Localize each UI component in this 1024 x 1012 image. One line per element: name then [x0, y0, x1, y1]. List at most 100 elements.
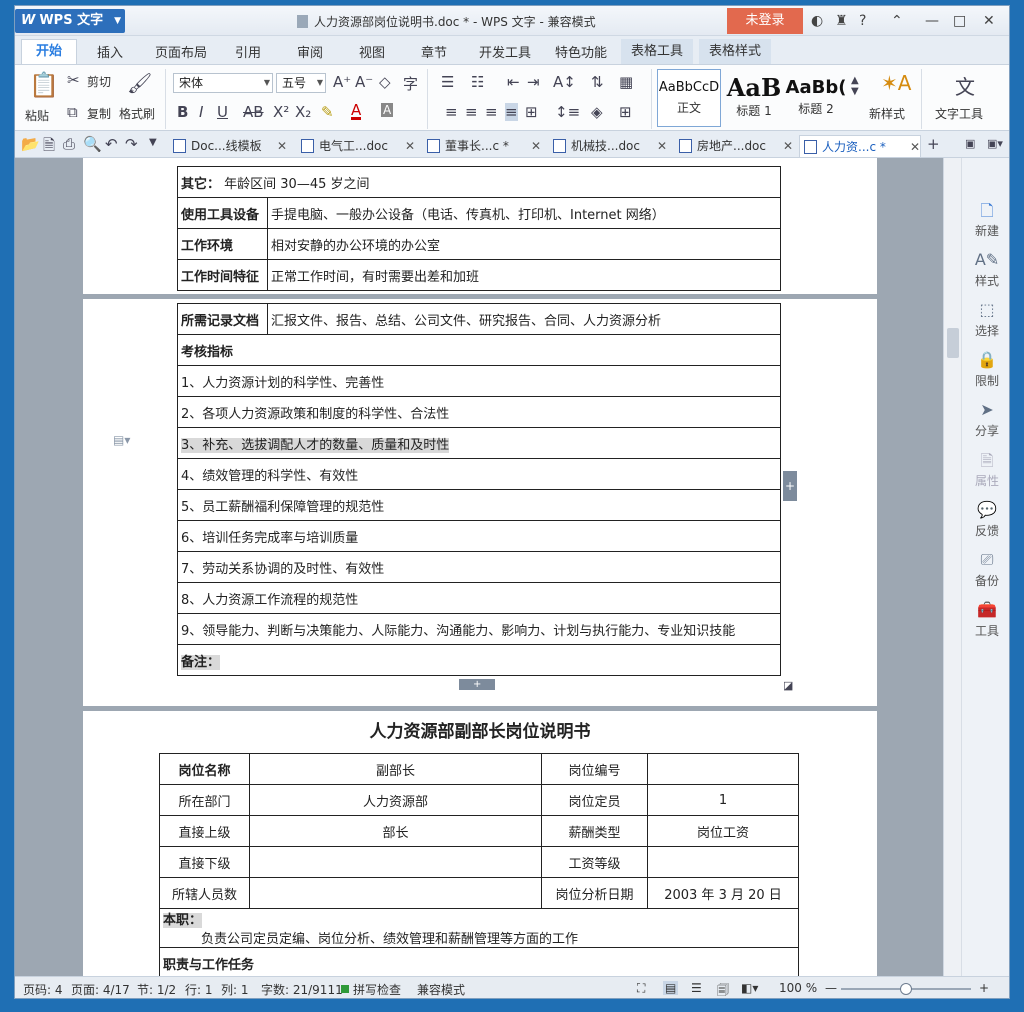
- quick-access-more-icon[interactable]: ▼: [149, 137, 157, 148]
- doc-tab[interactable]: 机械技...doc ✕: [549, 135, 667, 157]
- add-row-icon[interactable]: +: [459, 679, 496, 690]
- italic-icon[interactable]: I: [199, 103, 203, 121]
- tab-table-style[interactable]: 表格样式: [699, 39, 772, 64]
- reading-mode-icon[interactable]: ◧▾: [741, 981, 758, 995]
- line-spacing-icon[interactable]: ↕≡: [555, 103, 580, 121]
- table-cell[interactable]: 正常工作时间，有时需要出差和加班: [267, 259, 781, 291]
- resize-table-icon[interactable]: ◪: [783, 679, 793, 692]
- add-column-icon[interactable]: +: [783, 471, 798, 501]
- char-shading-icon[interactable]: A: [381, 103, 394, 117]
- table-row[interactable]: 9、领导能力、判断与决策能力、人际能力、沟通能力、影响力、计划与执行能力、专业知…: [177, 613, 781, 645]
- shrink-font-icon[interactable]: A⁻: [355, 73, 373, 91]
- format-painter-button[interactable]: 格式刷: [119, 105, 155, 122]
- shirt-icon[interactable]: ♜: [835, 12, 848, 30]
- app-menu-button[interactable]: W WPS 文字 ▼: [15, 9, 125, 33]
- minimize-icon[interactable]: —: [925, 12, 939, 30]
- tab-chapter[interactable]: 章节: [421, 42, 447, 61]
- table-cell[interactable]: 薪酬类型: [541, 815, 648, 847]
- strikethrough-icon[interactable]: AB: [243, 103, 264, 121]
- tab-insert[interactable]: 插入: [97, 42, 123, 61]
- tab-page-layout[interactable]: 页面布局: [155, 42, 207, 61]
- table-cell[interactable]: [249, 877, 542, 909]
- outline-view-icon[interactable]: ☰: [691, 981, 702, 995]
- scroll-thumb[interactable]: [947, 328, 959, 358]
- table-row[interactable]: 7、劳动关系协调的及时性、有效性: [177, 551, 781, 583]
- increase-indent-icon[interactable]: ⇥: [527, 73, 540, 91]
- open-folder-icon[interactable]: 📂: [21, 135, 40, 153]
- table-cell[interactable]: 所辖人员数: [159, 877, 250, 909]
- table-icon[interactable]: ▦: [619, 73, 633, 91]
- doc-tab[interactable]: 董事长...c * ✕: [423, 135, 541, 157]
- table-cell[interactable]: 工资等级: [541, 846, 648, 878]
- table-cell[interactable]: 考核指标: [177, 334, 781, 366]
- tab-features[interactable]: 特色功能: [555, 42, 607, 61]
- style-heading-2[interactable]: AaBb( 标题 2: [785, 69, 847, 127]
- doc-tab[interactable]: 电气工...doc ✕: [297, 135, 415, 157]
- tab-list-icon[interactable]: ▣: [965, 137, 975, 150]
- underline-icon[interactable]: U: [217, 103, 228, 121]
- tab-menu-icon[interactable]: ▣▾: [987, 137, 1003, 150]
- styles-scroll-icon[interactable]: ▲ ▼: [851, 75, 859, 97]
- web-view-icon[interactable]: 🗐: [717, 981, 729, 998]
- sidebar-item-style[interactable]: A✎ 样式: [962, 250, 1009, 289]
- status-pages[interactable]: 页面: 4/17: [71, 981, 130, 998]
- tab-start[interactable]: 开始: [21, 39, 77, 64]
- shading-icon[interactable]: ◈: [591, 103, 603, 121]
- numbering-icon[interactable]: ☷: [471, 73, 484, 91]
- page-view-icon[interactable]: ▤: [663, 981, 679, 995]
- highlight-icon[interactable]: ✎: [321, 103, 334, 121]
- tab-view[interactable]: 视图: [359, 42, 385, 61]
- save-icon[interactable]: 🗎: [43, 135, 55, 160]
- zoom-slider-knob[interactable]: [900, 983, 912, 995]
- table-row[interactable]: 6、培训任务完成率与培训质量: [177, 520, 781, 552]
- font-color-icon[interactable]: A: [351, 103, 362, 120]
- vertical-scrollbar[interactable]: [944, 158, 962, 976]
- style-normal[interactable]: AaBbCcD 正文: [657, 69, 721, 127]
- table-row[interactable]: 1、人力资源计划的科学性、完善性: [177, 365, 781, 397]
- superscript-icon[interactable]: X²: [273, 103, 289, 121]
- paste-button[interactable]: 粘贴: [25, 107, 49, 124]
- table-cell[interactable]: 相对安静的办公环境的办公室: [267, 228, 781, 260]
- tab-table-tools[interactable]: 表格工具: [621, 39, 694, 64]
- table-cell[interactable]: 直接上级: [159, 815, 250, 847]
- paragraph-marker-icon[interactable]: ▤▾: [113, 433, 130, 447]
- table-cell[interactable]: 岗位分析日期: [541, 877, 648, 909]
- table-cell[interactable]: 直接下级: [159, 846, 250, 878]
- table-cell[interactable]: 工作环境: [177, 228, 268, 260]
- paste-icon[interactable]: 📋: [29, 71, 59, 99]
- spell-check-button[interactable]: 拼写检查: [353, 981, 401, 998]
- subscript-icon[interactable]: X₂: [295, 103, 311, 121]
- cut-button[interactable]: 剪切: [87, 73, 111, 90]
- table-cell[interactable]: 手提电脑、一般办公设备（电话、传真机、打印机、Internet 网络）: [267, 197, 781, 229]
- doc-tab[interactable]: Doc...线模板 ✕: [169, 135, 287, 157]
- table-cell[interactable]: [647, 753, 799, 785]
- table-cell[interactable]: 汇报文件、报告、总结、公司文件、研究报告、合同、人力资源分析: [267, 303, 781, 335]
- login-button[interactable]: 未登录: [727, 8, 803, 34]
- sidebar-item-tools[interactable]: 🧰 工具: [962, 600, 1009, 639]
- sidebar-item-backup[interactable]: ⎚ 备份: [962, 550, 1009, 589]
- table-row[interactable]: 5、员工薪酬福利保障管理的规范性: [177, 489, 781, 521]
- font-size-select[interactable]: 五号 ▼: [276, 73, 326, 93]
- table-cell[interactable]: 使用工具设备: [177, 197, 268, 229]
- bullets-icon[interactable]: ☰: [441, 73, 454, 91]
- zoom-level[interactable]: 100 %: [779, 981, 817, 995]
- sort-icon[interactable]: ⇅: [591, 73, 604, 91]
- table-cell[interactable]: 1: [647, 784, 799, 816]
- close-icon[interactable]: ✕: [983, 12, 995, 30]
- skin-icon[interactable]: ◐: [811, 12, 823, 30]
- table-row[interactable]: 职责与工作任务: [159, 947, 799, 976]
- table-cell[interactable]: 2003 年 3 月 20 日: [647, 877, 799, 909]
- status-word-count[interactable]: 字数: 21/9111: [261, 981, 343, 998]
- collapse-ribbon-icon[interactable]: ⌃: [891, 12, 903, 30]
- undo-icon[interactable]: ↶: [105, 135, 118, 153]
- align-center-icon[interactable]: ≡: [465, 103, 478, 121]
- text-tool-button[interactable]: 文字工具: [935, 105, 983, 122]
- font-family-select[interactable]: 宋体 ▼: [173, 73, 273, 93]
- new-style-button[interactable]: 新样式: [869, 105, 905, 122]
- justify-icon[interactable]: ≡: [505, 103, 518, 121]
- table-cell[interactable]: 人力资源部: [249, 784, 542, 816]
- distribute-icon[interactable]: ⊞: [525, 103, 538, 121]
- decrease-indent-icon[interactable]: ⇤: [507, 73, 520, 91]
- tab-review[interactable]: 审阅: [297, 42, 323, 61]
- clear-format-icon[interactable]: ◇: [379, 73, 391, 91]
